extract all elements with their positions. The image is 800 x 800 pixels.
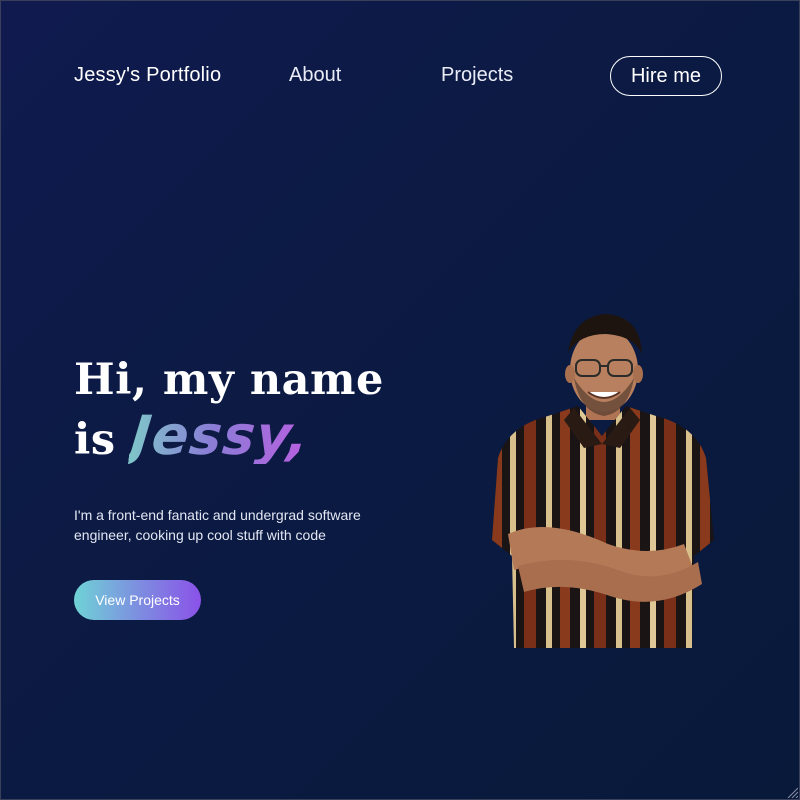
resize-grip-icon[interactable]: [786, 786, 798, 798]
hire-me-label: Hire me: [630, 64, 701, 87]
view-projects-button[interactable]: View Projects: [74, 580, 201, 620]
profile-portrait: [492, 314, 714, 648]
headline-is: is: [74, 415, 116, 465]
nav-projects-link[interactable]: Projects: [441, 64, 513, 87]
hero-headline: Hi, my name is Jessy,: [74, 352, 384, 468]
headline-line1: Hi, my name: [74, 355, 384, 405]
nav-brand[interactable]: Jessy's Portfolio: [74, 64, 221, 87]
hire-me-button[interactable]: Hire me: [610, 56, 722, 96]
hero-tagline: I'm a front-end fanatic and undergrad so…: [74, 507, 361, 543]
view-projects-label: View Projects: [95, 592, 180, 608]
hero-name: Jessy,: [127, 404, 313, 467]
nav-about-link[interactable]: About: [289, 64, 341, 87]
